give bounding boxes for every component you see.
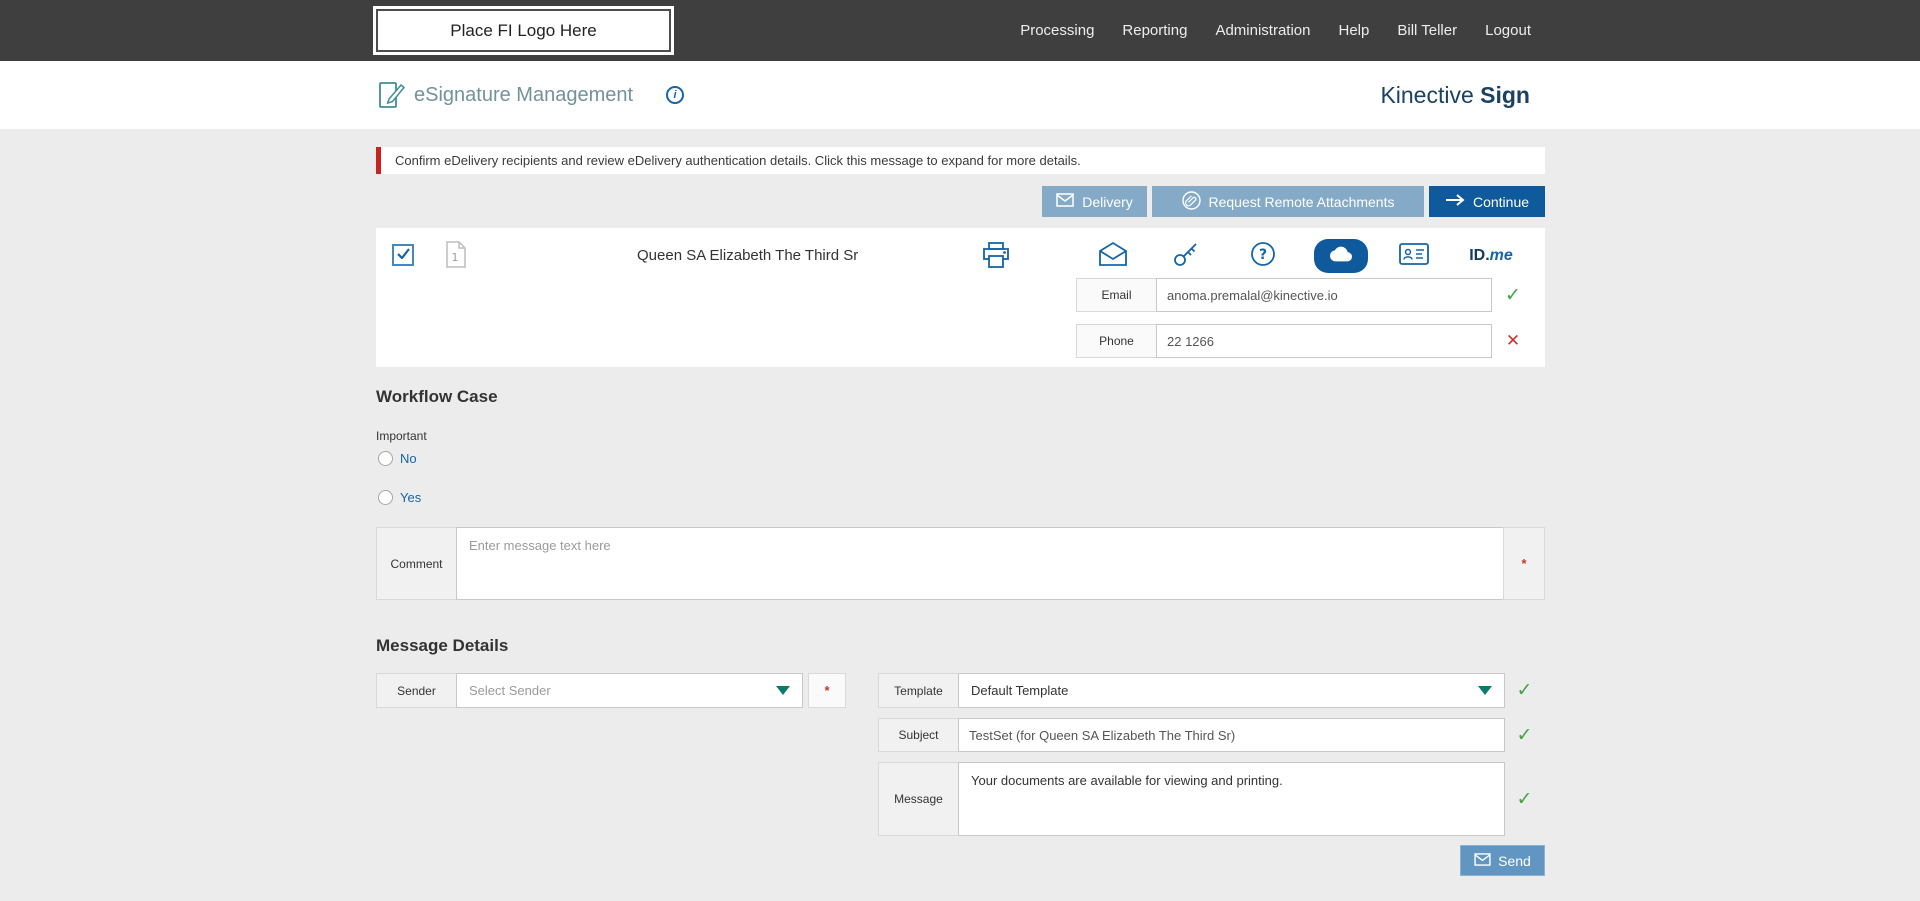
message-details-heading: Message Details	[376, 636, 509, 655]
arrow-right-icon	[1445, 193, 1465, 210]
important-option-no[interactable]: No	[378, 451, 417, 466]
open-envelope-icon	[1098, 241, 1128, 272]
valid-check-icon: ✓	[1505, 284, 1521, 306]
option-yes-label: Yes	[400, 490, 422, 505]
valid-check-icon: ✓	[1516, 788, 1533, 810]
brand-name: Kinective	[1380, 82, 1481, 108]
comment-textarea[interactable]	[456, 527, 1504, 600]
kinective-sign-logo: Kinective Sign	[1380, 61, 1530, 129]
alert-message: Confirm eDelivery recipients and review …	[395, 153, 1081, 168]
sender-field-label: Sender	[376, 673, 457, 708]
important-option-yes[interactable]: Yes	[378, 490, 421, 505]
email-auth-option[interactable]	[1091, 238, 1135, 274]
envelope-icon	[1474, 852, 1491, 869]
selected-auth-option[interactable]	[1314, 239, 1368, 273]
envelope-icon	[1056, 193, 1074, 210]
send-button[interactable]: Send	[1460, 845, 1545, 876]
radio-icon	[378, 490, 393, 505]
paperclip-icon	[1181, 190, 1201, 213]
key-icon	[1172, 240, 1200, 273]
phone-input[interactable]	[1156, 324, 1492, 358]
idme-logo: ID.me	[1469, 247, 1513, 264]
template-status: ✓	[1504, 673, 1545, 708]
nav-help[interactable]: Help	[1339, 22, 1370, 39]
svg-text:1: 1	[452, 251, 459, 264]
invalid-cross-icon: ✕	[1505, 331, 1521, 350]
info-icon[interactable]: i	[666, 86, 684, 104]
app-header: eSignature Management i Kinective Sign	[0, 61, 1920, 129]
continue-button-label: Continue	[1472, 193, 1530, 210]
print-icon[interactable]	[982, 242, 1010, 274]
chevron-down-icon	[776, 686, 790, 695]
workflow-case-heading: Workflow Case	[376, 387, 498, 406]
id-card-icon	[1399, 242, 1429, 271]
important-field-label: Important	[376, 429, 427, 443]
valid-check-icon: ✓	[1516, 724, 1533, 746]
template-selected-value: Default Template	[971, 683, 1069, 698]
main-content: Confirm eDelivery recipients and review …	[0, 129, 1920, 901]
subject-status: ✓	[1504, 718, 1545, 752]
valid-check-icon: ✓	[1516, 680, 1533, 701]
phone-status: ✕	[1492, 324, 1534, 358]
recipient-name: Queen SA Elizabeth The Third Sr	[637, 247, 859, 264]
subject-input[interactable]	[958, 718, 1505, 752]
comment-field-label: Comment	[376, 527, 457, 600]
request-remote-attachments-button[interactable]: Request Remote Attachments	[1152, 186, 1424, 217]
sender-select[interactable]: Select Sender	[456, 673, 803, 708]
continue-button[interactable]: Continue	[1429, 186, 1545, 217]
page-title: eSignature Management	[414, 84, 634, 106]
request-remote-attachments-label: Request Remote Attachments	[1208, 193, 1395, 210]
nav-administration[interactable]: Administration	[1215, 22, 1310, 39]
message-status: ✓	[1504, 762, 1545, 836]
radio-icon	[378, 451, 393, 466]
top-nav: Processing Reporting Administration Help…	[1020, 0, 1531, 61]
brand-product: Sign	[1480, 82, 1530, 108]
template-field-label: Template	[878, 673, 959, 708]
page: Place FI Logo Here Processing Reporting …	[0, 0, 1920, 901]
id-verification-auth-option[interactable]	[1392, 238, 1436, 274]
email-input[interactable]	[1156, 278, 1492, 312]
cloud-icon	[1328, 243, 1354, 270]
svg-text:?: ?	[1259, 247, 1267, 263]
nav-user-bill-teller[interactable]: Bill Teller	[1397, 22, 1457, 39]
top-bar: Place FI Logo Here Processing Reporting …	[0, 0, 1920, 61]
sender-required-cell: *	[808, 673, 846, 708]
comment-required-cell: *	[1503, 527, 1545, 600]
fi-logo-placeholder: Place FI Logo Here	[376, 9, 671, 52]
security-question-auth-option[interactable]: ?	[1241, 238, 1285, 274]
passcode-auth-option[interactable]	[1164, 238, 1208, 274]
edelivery-alert-banner[interactable]: Confirm eDelivery recipients and review …	[376, 147, 1545, 174]
nav-logout[interactable]: Logout	[1485, 22, 1531, 39]
recipient-panel: 1 Queen SA Elizabeth The Third Sr ? ID.m…	[376, 228, 1545, 367]
email-field-label: Email	[1076, 278, 1157, 312]
check-icon	[396, 246, 410, 264]
chevron-down-icon	[1478, 686, 1492, 695]
required-asterisk-icon: *	[1521, 556, 1527, 571]
recipient-checkbox[interactable]	[392, 244, 414, 266]
option-no-label: No	[400, 451, 417, 466]
delivery-button-label: Delivery	[1082, 193, 1133, 210]
sender-placeholder: Select Sender	[469, 683, 551, 698]
subject-field-label: Subject	[878, 718, 959, 752]
send-button-label: Send	[1498, 852, 1531, 869]
nav-reporting[interactable]: Reporting	[1122, 22, 1187, 39]
message-textarea[interactable]: Your documents are available for viewing…	[958, 762, 1505, 836]
email-status: ✓	[1492, 278, 1534, 312]
recipient-document-icon[interactable]: 1	[446, 241, 466, 273]
message-field-label: Message	[878, 762, 959, 836]
required-asterisk-icon: *	[824, 683, 830, 698]
phone-field-label: Phone	[1076, 324, 1157, 358]
delivery-button[interactable]: Delivery	[1042, 186, 1147, 217]
idme-auth-option[interactable]: ID.me	[1459, 238, 1523, 274]
nav-processing[interactable]: Processing	[1020, 22, 1094, 39]
esignature-document-icon	[376, 80, 406, 115]
question-mark-icon: ?	[1249, 240, 1277, 273]
template-select[interactable]: Default Template	[958, 673, 1505, 708]
